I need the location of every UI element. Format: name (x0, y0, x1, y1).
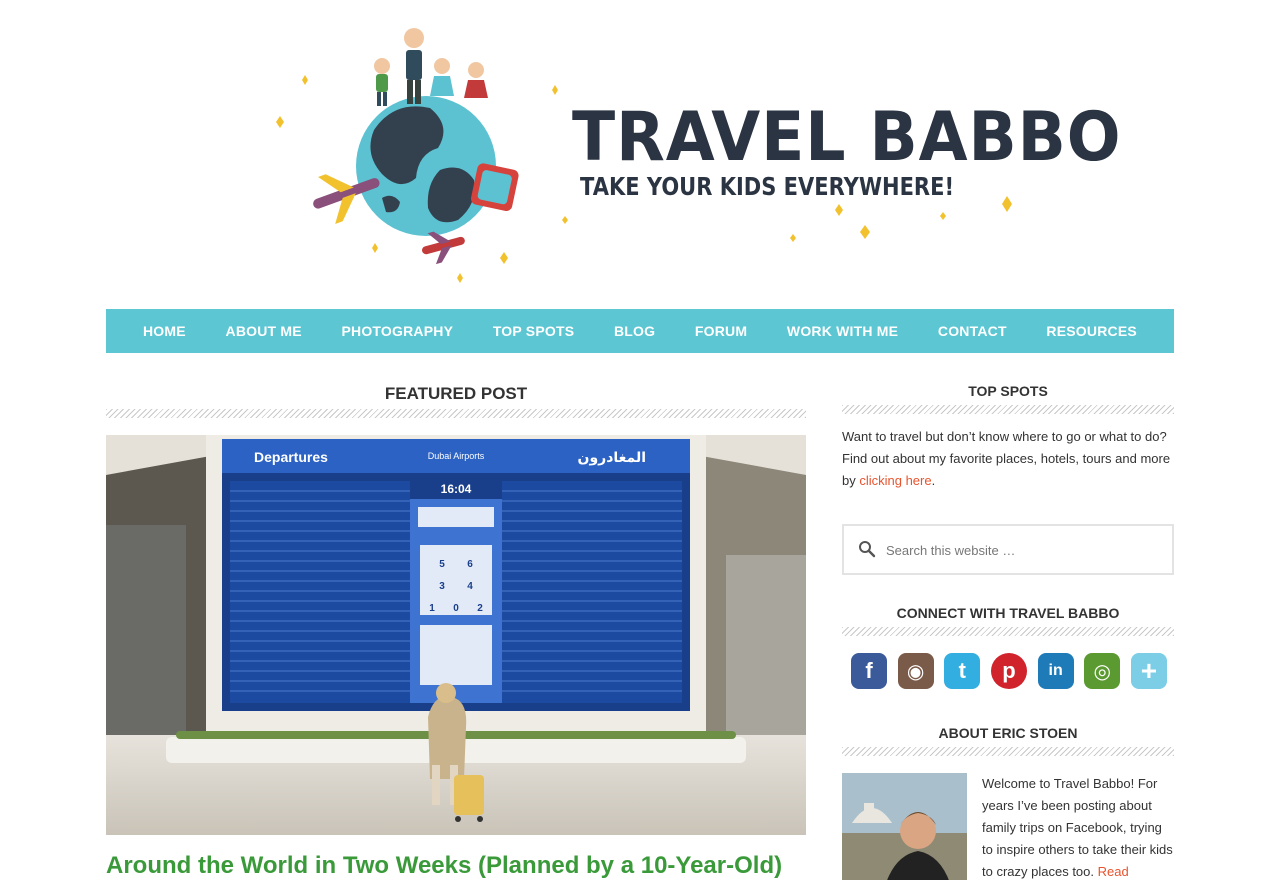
heading-divider (842, 627, 1174, 636)
twitter-icon[interactable]: t (944, 653, 981, 689)
nav-item-resources[interactable]: RESOURCES (1046, 323, 1136, 339)
top-spots-period: . (931, 473, 936, 488)
linkedin-icon[interactable]: in (1037, 653, 1074, 689)
gate-label: 3 (439, 581, 445, 592)
about-heading: ABOUT ERIC STOEN (938, 725, 1078, 741)
top-spots-text: Want to travel but don’t know where to g… (842, 426, 1174, 492)
social-icons: f ◉ t p in ◎ + (851, 653, 1167, 689)
site-title[interactable]: TRAVEL BABBO (572, 104, 1121, 172)
main-navigation: HOME ABOUT ME PHOTOGRAPHY TOP SPOTS BLOG… (106, 309, 1174, 353)
gate-label: 2 (477, 603, 483, 614)
site-tagline: TAKE YOUR KIDS EVERYWHERE! (580, 172, 955, 201)
nav-item-work-with-me[interactable]: WORK WITH ME (787, 323, 898, 339)
nav-item-forum[interactable]: FORUM (695, 323, 747, 339)
more-icon[interactable]: + (1130, 653, 1167, 689)
airport-departures-photo: Departures Dubai Airports المغادرون 16:0… (106, 435, 806, 835)
author-photo[interactable] (842, 773, 967, 880)
nav-item-photography[interactable]: PHOTOGRAPHY (341, 323, 453, 339)
top-spots-link[interactable]: clicking here (859, 473, 931, 488)
read-more-link[interactable]: Read (1098, 864, 1129, 879)
instagram-icon[interactable]: ◉ (897, 653, 934, 689)
arabic-departures-sign: المغادرون (578, 450, 647, 466)
nav-item-contact[interactable]: CONTACT (938, 323, 1007, 339)
nav-item-home[interactable]: HOME (143, 323, 186, 339)
gate-label: 1 (429, 603, 435, 614)
dubai-airports-sign: Dubai Airports (428, 451, 485, 461)
nav-item-about-me[interactable]: ABOUT ME (226, 323, 302, 339)
tripadvisor-icon[interactable]: ◎ (1084, 653, 1121, 689)
nav-item-blog[interactable]: BLOG (614, 323, 655, 339)
board-clock: 16:04 (441, 482, 472, 496)
featured-post-image[interactable]: Departures Dubai Airports المغادرون 16:0… (106, 435, 806, 835)
nav-item-top-spots[interactable]: TOP SPOTS (493, 323, 574, 339)
heading-divider (106, 409, 806, 418)
facebook-icon[interactable]: f (851, 653, 887, 689)
heading-divider (842, 747, 1174, 756)
about-text: Welcome to Travel Babbo! For years I’ve … (982, 773, 1176, 880)
top-spots-heading: TOP SPOTS (968, 383, 1048, 399)
gate-label: 4 (467, 581, 473, 592)
departures-sign: Departures (254, 449, 328, 465)
gate-label: 6 (467, 559, 473, 570)
search-box (842, 524, 1174, 575)
gate-label: 5 (439, 559, 445, 570)
heading-divider (842, 405, 1174, 414)
pinterest-icon[interactable]: p (990, 653, 1027, 689)
gate-label: 0 (453, 603, 459, 614)
search-icon[interactable] (858, 540, 876, 558)
featured-post-heading: FEATURED POST (384, 384, 528, 403)
search-input[interactable] (886, 538, 1166, 562)
site-header: TRAVEL BABBO TAKE YOUR KIDS EVERYWHERE! (0, 0, 1280, 308)
departure-board-rows (230, 481, 682, 703)
author-portrait (842, 773, 967, 880)
connect-heading: CONNECT WITH TRAVEL BABBO (896, 605, 1120, 621)
featured-post-title[interactable]: Around the World in Two Weeks (Planned b… (106, 852, 826, 880)
about-description: Welcome to Travel Babbo! For years I’ve … (982, 776, 1173, 879)
